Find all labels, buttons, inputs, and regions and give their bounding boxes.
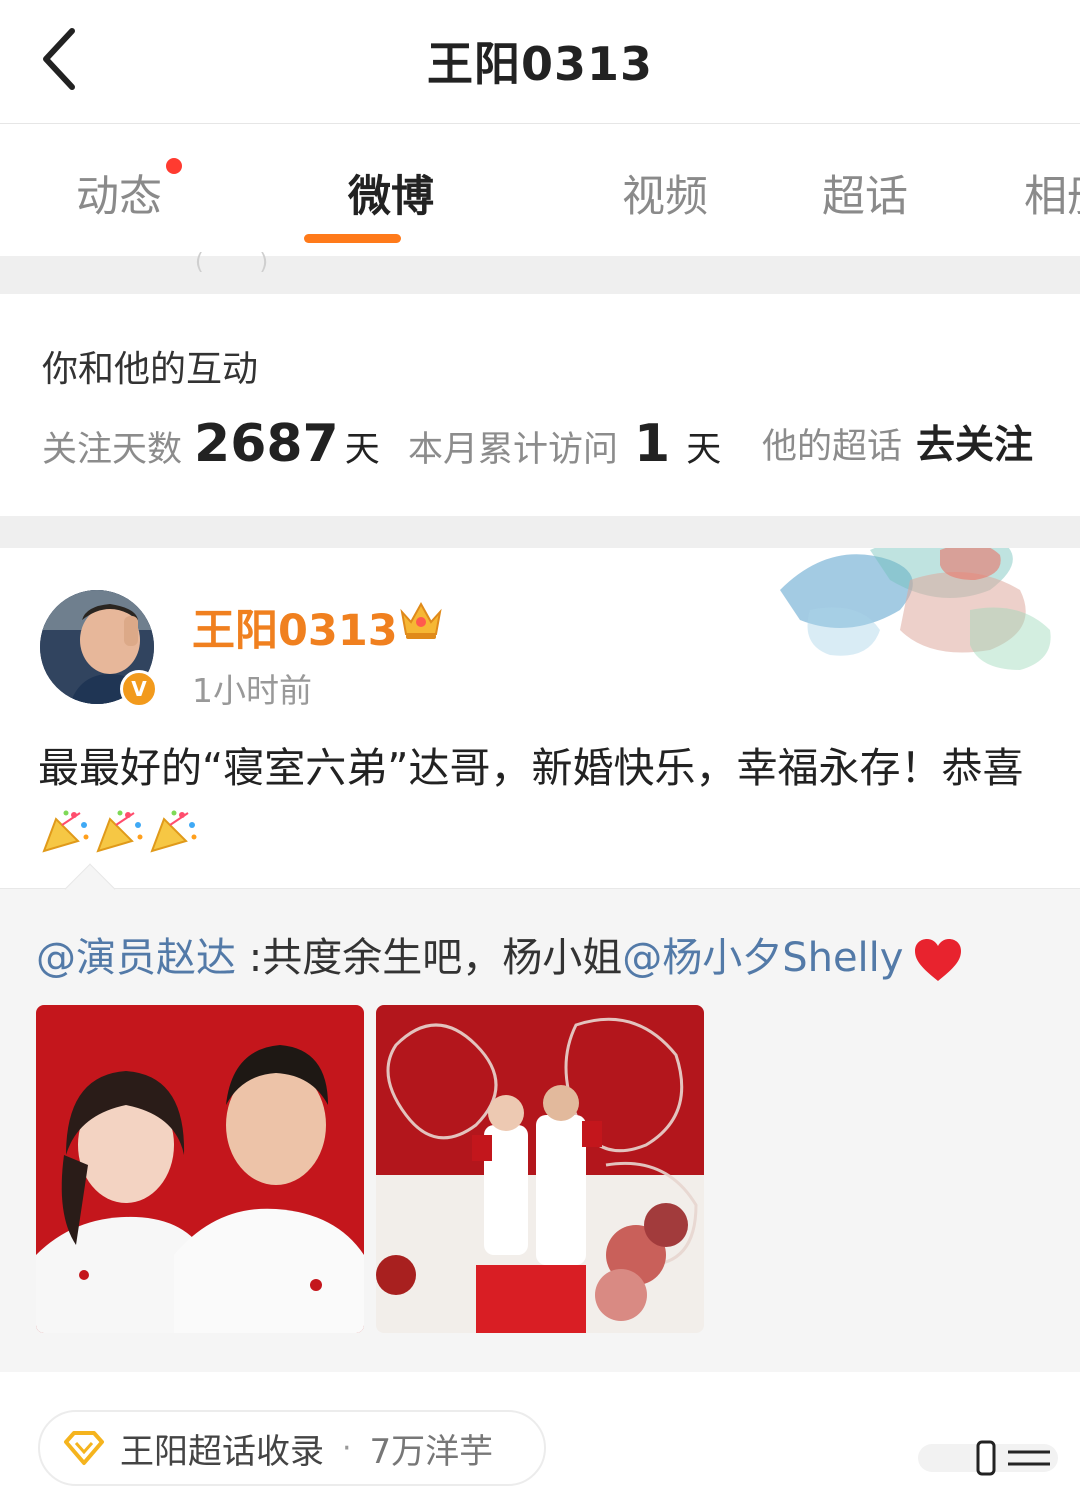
- super-topic-chip[interactable]: 王阳超话收录 · 7万洋芋: [38, 1410, 546, 1486]
- diamond-icon: [64, 1431, 104, 1465]
- tab-album[interactable]: 相册: [1024, 162, 1080, 224]
- tab-video[interactable]: 视频: [622, 162, 708, 224]
- wedding-photo-image: [36, 1005, 364, 1333]
- scroll-remnant: ( ): [195, 250, 269, 275]
- party-popper-icon: [42, 810, 89, 853]
- post-footer: 王阳超话收录 · 7万洋芋: [0, 1372, 1080, 1492]
- monthly-visits-unit: 天: [686, 430, 722, 470]
- party-popper-icon: [96, 810, 143, 853]
- super-topic-stat: 他的超话 去关注: [762, 414, 1033, 470]
- repost-body: :共度余生吧，杨小姐: [236, 935, 623, 981]
- chip-separator: ·: [342, 1430, 352, 1466]
- post-time: 1小时前: [192, 671, 312, 710]
- tab-super-topic[interactable]: 超话: [822, 162, 908, 224]
- super-topic-label: 他的超话: [762, 427, 903, 467]
- post-content: 最最好的“寝室六弟”达哥，新婚快乐，幸福永存！恭喜: [38, 738, 1038, 858]
- active-tab-indicator: [304, 234, 401, 243]
- follow-super-topic-button[interactable]: 去关注: [916, 414, 1033, 470]
- marriage-certificate-photo-image: [376, 1005, 704, 1333]
- floating-menu-icon[interactable]: [918, 1438, 1058, 1478]
- page-title: 王阳0313: [426, 37, 654, 91]
- follow-days-value: 2687: [194, 414, 339, 474]
- interaction-title: 你和他的互动: [42, 349, 259, 390]
- chip-label: 王阳超话收录: [120, 1431, 324, 1472]
- interaction-section: 你和他的互动 关注天数 2687 天 本月累计访问 1 天 他的超话 去关注: [0, 294, 1080, 516]
- tab-weibo[interactable]: 微博: [348, 162, 434, 224]
- top-bar: 王阳0313: [0, 0, 1080, 124]
- post-image[interactable]: [36, 1005, 364, 1333]
- section-divider: ( ): [0, 250, 1080, 294]
- mention-link[interactable]: @杨小夕Shelly: [622, 935, 903, 981]
- post-image[interactable]: [376, 1005, 704, 1333]
- chip-count: 7万洋芋: [369, 1431, 494, 1472]
- repost-text: @演员赵达 :共度余生吧，杨小姐@杨小夕Shelly: [36, 925, 1056, 983]
- crown-icon: [400, 601, 442, 639]
- heart-icon: [915, 939, 962, 981]
- monthly-visits-stat: 本月累计访问 1 天: [408, 414, 721, 474]
- post-text: 最最好的“寝室六弟”达哥，新婚快乐，幸福永存！恭喜: [38, 744, 1024, 792]
- party-popper-icon: [150, 810, 197, 853]
- monthly-visits-label: 本月累计访问: [408, 430, 619, 470]
- follow-days-stat: 关注天数 2687 天: [42, 414, 380, 474]
- follow-days-unit: 天: [344, 430, 380, 470]
- verified-badge-icon: V: [120, 670, 158, 708]
- card-decoration: [780, 548, 1051, 670]
- mention-link[interactable]: @演员赵达: [36, 935, 236, 981]
- tab-dynamic[interactable]: 动态: [76, 162, 162, 224]
- follow-days-label: 关注天数: [42, 430, 183, 470]
- monthly-visits-value: 1: [634, 414, 671, 474]
- weibo-post: V 王阳0313 1小时前 最最好的“寝室六弟”达哥，新婚快乐，幸福永存！恭喜: [0, 548, 1080, 888]
- notification-dot: [166, 158, 182, 174]
- profile-tabs: 动态 微博 视频 超话 相册: [0, 124, 1080, 256]
- reposted-content[interactable]: @演员赵达 :共度余生吧，杨小姐@杨小夕Shelly: [0, 863, 1080, 1372]
- post-author-name[interactable]: 王阳0313: [192, 596, 398, 658]
- section-divider: [0, 516, 1080, 548]
